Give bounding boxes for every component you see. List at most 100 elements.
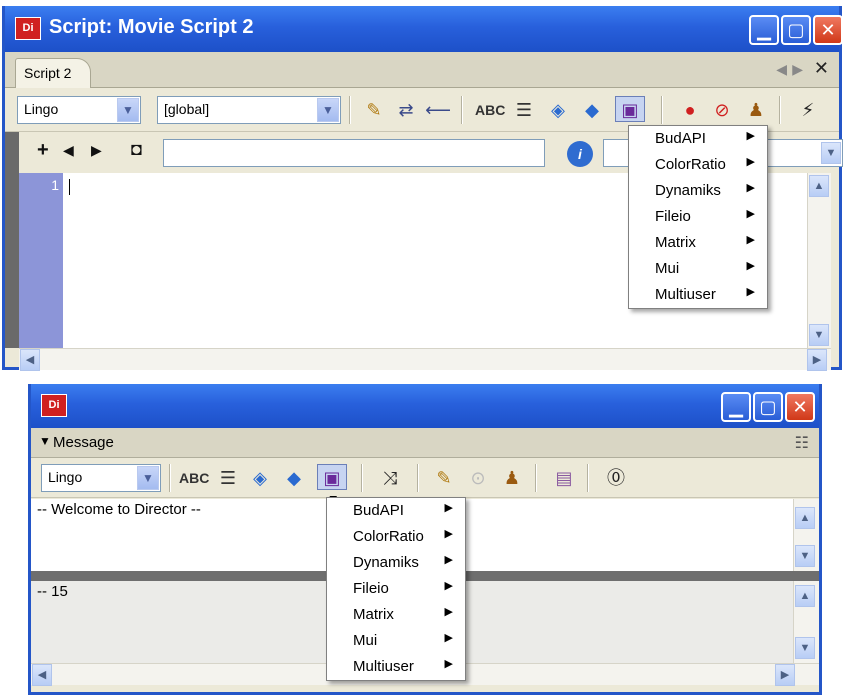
scope-select[interactable]: [global] ▼	[157, 96, 341, 124]
ignore-breakpoints-icon[interactable]: ⊘	[709, 97, 735, 123]
watch-expression-icon[interactable]: ⊙	[465, 465, 491, 491]
next-handler-icon[interactable]: ▶	[91, 142, 102, 159]
menu-item-multiuser[interactable]: Multiuser ▶	[327, 654, 465, 680]
minimize-icon: ▁	[757, 20, 771, 40]
panel-options-icon[interactable]: ☷	[795, 433, 809, 453]
input-vertical-scrollbar[interactable]: ▲ ▼	[793, 499, 819, 571]
menu-item-colorratio[interactable]: ColorRatio ▶	[629, 152, 767, 178]
minimize-button[interactable]: ▁	[721, 392, 751, 422]
scroll-left-icon[interactable]: ◀	[20, 349, 40, 371]
submenu-arrow-icon: ▶	[746, 182, 755, 194]
toolbar-separator	[349, 96, 351, 124]
menu-item-matrix[interactable]: Matrix ▶	[629, 230, 767, 256]
scroll-up-icon[interactable]: ▲	[809, 175, 829, 197]
scroll-up-icon[interactable]: ▲	[795, 507, 815, 529]
chevron-down-icon: ▼	[317, 98, 339, 122]
maximize-button[interactable]: ▢	[781, 15, 811, 45]
lingo-categorized-icon[interactable]: ◈	[545, 97, 571, 123]
menu-item-mui[interactable]: Mui ▶	[327, 628, 465, 654]
output-vertical-scrollbar[interactable]: ▲ ▼	[793, 581, 819, 663]
panel-title: Message	[53, 434, 114, 451]
maximize-button[interactable]: ▢	[753, 392, 783, 422]
maximize-icon: ▢	[787, 20, 805, 40]
previous-handler-icon[interactable]: ◀	[63, 142, 74, 159]
close-button[interactable]: ✕	[813, 15, 843, 45]
menu-item-dynamiks[interactable]: Dynamiks ▶	[327, 550, 465, 576]
scroll-right-icon[interactable]: ▶	[775, 664, 795, 686]
xtra-scripting-icon[interactable]: ▣	[317, 464, 347, 490]
scroll-down-icon[interactable]: ▼	[795, 637, 815, 659]
script-properties-icon[interactable]: ◘	[131, 139, 142, 160]
menu-item-budapi[interactable]: BudAPI ▶	[629, 126, 767, 152]
comment-icon[interactable]: ✎	[361, 97, 387, 123]
tab-close-icon[interactable]: ✕	[814, 58, 829, 79]
line-number: 1	[51, 177, 59, 193]
lingo-alpha-icon[interactable]: ◆	[579, 97, 605, 123]
scroll-up-icon[interactable]: ▲	[795, 585, 815, 607]
menu-item-mui[interactable]: Mui ▶	[629, 256, 767, 282]
scope-select-value: [global]	[164, 101, 210, 117]
submenu-arrow-icon: ▶	[444, 554, 453, 566]
autoformat-icon[interactable]: ☰	[215, 465, 241, 491]
window-title: Script: Movie Script 2	[49, 16, 254, 38]
tab-scroll-left-icon[interactable]: ◀	[776, 61, 787, 78]
spelling-icon[interactable]: ABC	[179, 465, 209, 491]
submenu-arrow-icon: ▶	[444, 632, 453, 644]
autoformat-icon[interactable]: ☰	[511, 97, 537, 123]
watch-icon[interactable]: ♟	[499, 465, 525, 491]
submenu-arrow-icon: ▶	[444, 580, 453, 592]
submenu-arrow-icon: ▶	[444, 528, 453, 540]
menu-item-fileio[interactable]: Fileio ▶	[629, 204, 767, 230]
script-window-titlebar[interactable]: Di Script: Movie Script 2 ▁ ▢ ✕	[5, 6, 843, 52]
scroll-down-icon[interactable]: ▼	[795, 545, 815, 567]
tab-script-2[interactable]: Script 2	[15, 58, 91, 88]
menu-item-colorratio[interactable]: ColorRatio ▶	[327, 524, 465, 550]
chevron-down-icon: ▼	[117, 98, 139, 122]
language-select[interactable]: Lingo ▼	[17, 96, 141, 124]
editor-vertical-scrollbar[interactable]: ▲ ▼	[807, 173, 831, 348]
submenu-arrow-icon: ▶	[746, 156, 755, 168]
comment-icon[interactable]: ✎	[431, 465, 457, 491]
language-select[interactable]: Lingo ▼	[41, 464, 161, 492]
chevron-down-icon[interactable]: ▼	[821, 142, 841, 164]
scroll-right-icon[interactable]: ▶	[807, 349, 827, 371]
submenu-arrow-icon: ▶	[746, 130, 755, 142]
submenu-arrow-icon: ▶	[746, 208, 755, 220]
chevron-down-icon: ▼	[137, 466, 159, 490]
menu-item-multiuser[interactable]: Multiuser ▶	[629, 282, 767, 308]
menu-item-budapi[interactable]: BudAPI ▶	[327, 498, 465, 524]
trace-icon[interactable]: ⤨	[377, 465, 403, 491]
handler-name-field[interactable]	[163, 139, 545, 167]
tab-scroll-right-icon[interactable]: ▶	[792, 61, 803, 78]
menu-item-fileio[interactable]: Fileio ▶	[327, 576, 465, 602]
unwrap-icon[interactable]: ⟵	[425, 97, 451, 123]
submenu-arrow-icon: ▶	[444, 658, 453, 670]
add-handler-icon[interactable]: +	[37, 139, 49, 162]
lingo-alpha-icon[interactable]: ◆	[281, 465, 307, 491]
lingo-categorized-icon[interactable]: ◈	[247, 465, 273, 491]
help-icon[interactable]: ⓪	[603, 465, 629, 491]
collapse-triangle-icon[interactable]: ▼	[39, 434, 51, 448]
watch-icon[interactable]: ♟	[743, 97, 769, 123]
submenu-arrow-icon: ▶	[444, 606, 453, 618]
minimize-button[interactable]: ▁	[749, 15, 779, 45]
message-toolbar: Lingo ▼ ABC ☰ ◈ ◆ ▣ ⤨ ✎ ⊙ ♟ ▤ ⓪	[31, 458, 819, 498]
line-number-gutter: 1	[19, 173, 63, 348]
menu-item-dynamiks[interactable]: Dynamiks ▶	[629, 178, 767, 204]
submenu-arrow-icon: ▶	[444, 502, 453, 514]
recompile-icon[interactable]: ⚡	[795, 97, 821, 123]
scroll-left-icon[interactable]: ◀	[32, 664, 52, 686]
breakpoint-icon[interactable]: ●	[677, 97, 703, 123]
wrap-icon[interactable]: ⇄	[393, 97, 419, 123]
message-window-titlebar[interactable]: Di ▁ ▢ ✕	[31, 384, 819, 428]
message-panel-header[interactable]: ▼ Message ☷	[31, 428, 819, 458]
toolbar-separator	[535, 464, 537, 492]
editor-horizontal-scrollbar[interactable]: ◀ ▶	[19, 348, 831, 371]
spelling-icon[interactable]: ABC	[475, 97, 505, 123]
menu-item-matrix[interactable]: Matrix ▶	[327, 602, 465, 628]
script-window-icon[interactable]: ▤	[551, 465, 577, 491]
scroll-down-icon[interactable]: ▼	[809, 324, 829, 346]
close-button[interactable]: ✕	[785, 392, 815, 422]
info-icon[interactable]: i	[567, 141, 593, 167]
toolbar-separator	[169, 464, 171, 492]
